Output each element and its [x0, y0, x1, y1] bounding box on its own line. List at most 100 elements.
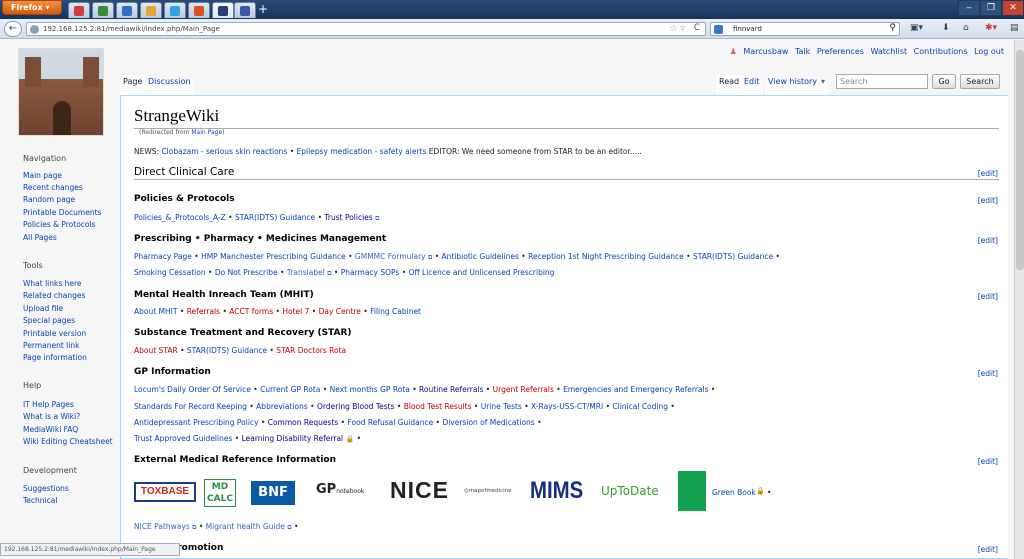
- link-blood-test-results[interactable]: Blood Test Results: [404, 402, 472, 411]
- search-icon[interactable]: ⚲: [889, 23, 896, 33]
- sidebar-item-main-page[interactable]: Main page: [23, 171, 62, 180]
- mims-logo[interactable]: MIMS: [530, 477, 588, 507]
- link-reception-prescribing[interactable]: Reception 1st Night Prescribing Guidance: [528, 252, 684, 261]
- wiki-search-input[interactable]: Search: [836, 74, 928, 89]
- link-filing-cabinet[interactable]: Filing Cabinet: [370, 307, 421, 316]
- close-window-button[interactable]: ✕: [1002, 0, 1024, 16]
- link-about-star[interactable]: About STAR: [134, 346, 178, 355]
- link-off-licence[interactable]: Off Licence and Unlicensed Prescribing: [409, 268, 555, 277]
- sidebar-item-all-pages[interactable]: All Pages: [23, 233, 57, 242]
- edit-link[interactable]: [edit]: [978, 457, 998, 466]
- gpnotebook-logo[interactable]: GPnotebook: [316, 482, 386, 504]
- new-tab-button[interactable]: +: [256, 3, 270, 17]
- sidebar-item-random-page[interactable]: Random page: [23, 195, 75, 204]
- sidebar-item-printable-documents[interactable]: Printable Documents: [23, 208, 101, 217]
- link-urgent-referrals[interactable]: Urgent Referrals: [493, 385, 554, 394]
- bookmark-star-icon[interactable]: ☆ ▿: [670, 24, 685, 34]
- link-learning-disability[interactable]: Learning Disability Referral: [242, 434, 344, 443]
- sidebar-item-page-information[interactable]: Page information: [23, 353, 87, 362]
- link-policies-az[interactable]: Policies_&_Protocols_A-Z: [134, 213, 226, 222]
- link-food-refusal[interactable]: Food Refusal Guidance: [348, 418, 434, 427]
- tab-pinned-2[interactable]: [92, 2, 114, 18]
- browser-search-bar[interactable]: finnvard ⚲: [710, 22, 900, 36]
- search-engine-icon[interactable]: [714, 25, 723, 34]
- link-urine-tests[interactable]: Urine Tests: [481, 402, 522, 411]
- sidebar-item-technical[interactable]: Technical: [23, 496, 57, 505]
- link-acct-forms[interactable]: ACCT forms: [229, 307, 273, 316]
- link-pharmacy-page[interactable]: Pharmacy Page: [134, 252, 192, 261]
- link-record-keeping[interactable]: Standards For Record Keeping: [134, 402, 247, 411]
- reload-icon[interactable]: C: [694, 23, 700, 33]
- nice-logo[interactable]: NICE: [390, 477, 458, 507]
- link-diversion-medications[interactable]: Diversion of Medications: [442, 418, 534, 427]
- tab-pinned-8[interactable]: [234, 2, 256, 18]
- edit-link[interactable]: [edit]: [978, 545, 998, 554]
- minimize-button[interactable]: ‒: [958, 0, 980, 16]
- page-scrollbar[interactable]: [1014, 40, 1024, 559]
- link-hmp-guidance[interactable]: HMP Manchester Prescribing Guidance: [201, 252, 346, 261]
- link-current-gp-rota[interactable]: Current GP Rota: [260, 385, 320, 394]
- sidebar-item-what-links-here[interactable]: What links here: [23, 279, 82, 288]
- tab-pinned-4[interactable]: [140, 2, 162, 18]
- link-star-guidance[interactable]: STAR(IDTS) Guidance: [235, 213, 315, 222]
- edit-link[interactable]: [edit]: [978, 292, 998, 301]
- url-bar[interactable]: 192.168.125.2:81/mediawiki/index.php/Mai…: [26, 22, 706, 36]
- user-link[interactable]: Marcusbaw: [743, 47, 788, 56]
- link-clinical-coding[interactable]: Clinical Coding: [612, 402, 668, 411]
- news-link-epilepsy[interactable]: Epilepsy medication - safety alerts: [297, 147, 427, 156]
- firefox-menu-button[interactable]: Firefox ▾: [2, 0, 62, 15]
- link-green-book[interactable]: Green Book: [712, 488, 756, 497]
- link-hotel-7[interactable]: Hotel 7: [282, 307, 309, 316]
- link-smoking-cessation[interactable]: Smoking Cessation: [134, 268, 206, 277]
- sidebar-item-policies[interactable]: Policies & Protocols: [23, 220, 96, 229]
- link-translabel[interactable]: Translabel: [287, 268, 325, 277]
- tab-pinned-5[interactable]: [164, 2, 186, 18]
- green-book-cover[interactable]: [678, 471, 706, 511]
- link-trust-guidelines[interactable]: Trust Approved Guidelines: [134, 434, 232, 443]
- watchlist-link[interactable]: Watchlist: [870, 47, 907, 56]
- link-star-guidance-3[interactable]: STAR(IDTS) Guidance: [187, 346, 267, 355]
- pocket-icon[interactable]: ▣▾: [910, 23, 923, 33]
- link-antidepressant-policy[interactable]: Antidepressant Prescribing Policy: [134, 418, 259, 427]
- tab-active[interactable]: [212, 2, 234, 18]
- tab-read[interactable]: Read: [716, 75, 743, 95]
- preferences-link[interactable]: Preferences: [817, 47, 864, 56]
- edit-link[interactable]: [edit]: [978, 196, 998, 205]
- site-identity-icon[interactable]: [30, 25, 39, 34]
- download-icon[interactable]: ⬇: [942, 23, 950, 33]
- link-do-not-prescribe[interactable]: Do Not Prescribe: [215, 268, 278, 277]
- link-pharmacy-sops[interactable]: Pharmacy SOPs: [341, 268, 400, 277]
- menu-icon[interactable]: ▤: [1010, 23, 1019, 33]
- maximize-button[interactable]: ❐: [980, 0, 1002, 16]
- link-next-gp-rota[interactable]: Next months GP Rota: [330, 385, 410, 394]
- bnf-logo[interactable]: BNF: [251, 481, 295, 505]
- link-emergency-referrals[interactable]: Emergencies and Emergency Referrals: [563, 385, 708, 394]
- link-gmmmc-formulary[interactable]: GMMMC Formulary: [355, 252, 426, 261]
- link-star-guidance-2[interactable]: STAR(IDTS) Guidance: [693, 252, 773, 261]
- link-referrals[interactable]: Referrals: [187, 307, 220, 316]
- more-menu-icon[interactable]: ▾: [818, 75, 829, 95]
- scrollbar-thumb[interactable]: [1016, 50, 1024, 270]
- sidebar-item-permanent-link[interactable]: Permanent link: [23, 341, 79, 350]
- link-antibiotic-guidelines[interactable]: Antibiotic Guidelines: [442, 252, 519, 261]
- news-link-clobazam[interactable]: Clobazam - serious skin reactions: [161, 147, 287, 156]
- tab-page[interactable]: Page: [120, 75, 146, 95]
- search-button[interactable]: Search: [960, 74, 1000, 89]
- link-trust-policies[interactable]: Trust Policies: [324, 213, 372, 222]
- contributions-link[interactable]: Contributions: [914, 47, 968, 56]
- link-abbreviations[interactable]: Abbreviations: [256, 402, 308, 411]
- home-icon[interactable]: ⌂: [963, 23, 969, 33]
- sidebar-item-special-pages[interactable]: Special pages: [23, 316, 75, 325]
- link-ordering-blood-tests[interactable]: Ordering Blood Tests: [317, 402, 395, 411]
- mapofmedicine-logo[interactable]: ◎mapofmedicine: [464, 488, 524, 500]
- sidebar-item-mediawiki-faq[interactable]: MediaWiki FAQ: [23, 425, 78, 434]
- link-common-requests[interactable]: Common Requests: [268, 418, 339, 427]
- edit-link[interactable]: [edit]: [978, 236, 998, 245]
- wiki-logo[interactable]: [18, 48, 104, 136]
- link-migrant-health[interactable]: Migrant health Guide: [206, 522, 285, 531]
- link-routine-referrals[interactable]: Routine Referrals: [419, 385, 483, 394]
- tab-pinned-6[interactable]: [188, 2, 210, 18]
- mdcalc-logo[interactable]: MD CALC: [204, 479, 236, 507]
- logout-link[interactable]: Log out: [974, 47, 1004, 56]
- tab-pinned-1[interactable]: [68, 2, 90, 18]
